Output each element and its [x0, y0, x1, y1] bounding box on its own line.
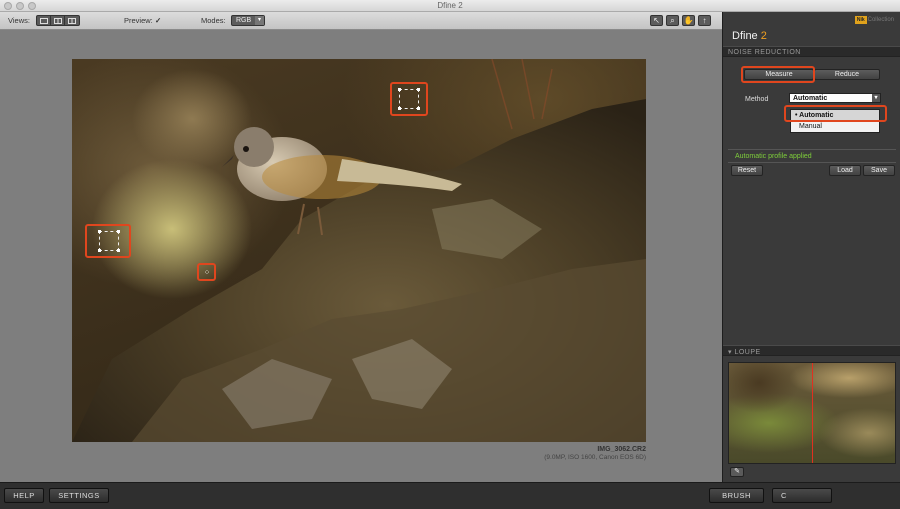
pin-icon: ✎	[734, 468, 740, 475]
help-button[interactable]: HELP	[4, 488, 44, 503]
views-selector	[36, 15, 80, 26]
photo-scene	[72, 59, 646, 442]
loupe-header[interactable]: ▾ LOUPE	[723, 345, 900, 356]
image-filename: IMG_3062.CR2	[597, 446, 646, 453]
zoom-tool-button[interactable]: ⌕	[666, 15, 679, 26]
image-canvas[interactable]: ⁘ IMG_3062.CR2 (9.0MP, ISO 1600, Canon E…	[0, 30, 722, 482]
side-by-side-view-icon	[68, 17, 76, 24]
product-name: Dfine	[732, 30, 758, 42]
divider	[728, 149, 896, 150]
status-message: Automatic profile applied	[735, 153, 812, 160]
region-selection-icon	[98, 230, 120, 252]
load-button[interactable]: Load	[829, 165, 861, 176]
nik-logo-badge: Nik	[854, 16, 867, 24]
cancel-button[interactable]: C	[772, 488, 832, 503]
reset-button[interactable]: Reset	[731, 165, 763, 176]
chevron-down-icon: ▾	[255, 16, 264, 25]
preview-checkbox[interactable]: ✓	[155, 16, 161, 25]
single-view-icon	[39, 17, 48, 24]
nik-collection-logo: Nik Collection	[854, 16, 894, 24]
pointer-tool-button[interactable]: ↖	[650, 15, 663, 26]
window-titlebar: Dfine 2	[0, 0, 900, 12]
settings-button[interactable]: SETTINGS	[49, 488, 109, 503]
settings-panel: Nik Collection Dfine 2 NOISE REDUCTION Me…	[722, 12, 900, 482]
mode-select-value: RGB	[236, 17, 252, 24]
loupe-split-line	[812, 363, 813, 463]
noise-reduction-header[interactable]: NOISE REDUCTION	[723, 46, 900, 57]
reduce-button[interactable]: Reduce	[814, 69, 880, 80]
measure-region-marker[interactable]	[85, 224, 131, 258]
region-selection-icon	[398, 88, 420, 110]
method-option-manual[interactable]: Manual	[791, 121, 879, 132]
views-label: Views:	[8, 16, 30, 25]
preview-label: Preview:	[124, 16, 153, 25]
single-view-button[interactable]	[37, 16, 51, 25]
save-button[interactable]: Save	[863, 165, 895, 176]
automatic-option-highlight	[784, 105, 887, 122]
product-title: Dfine 2	[732, 30, 767, 42]
mode-select[interactable]: RGB ▾	[231, 15, 265, 26]
product-version: 2	[760, 30, 767, 42]
chevron-down-icon: ▾	[872, 94, 880, 102]
measure-button-highlight	[741, 66, 815, 83]
method-select-value: Automatic	[793, 95, 828, 102]
method-label: Method	[745, 96, 769, 103]
photo-preview[interactable]: ⁘	[72, 59, 646, 442]
pin-tool-button[interactable]: ↑	[698, 15, 711, 26]
top-toolbar: Views: Preview: ✓ Modes: RGB ▾ ↖ ⌕ ✋ ↑	[0, 12, 722, 30]
hand-tool-button[interactable]: ✋	[682, 15, 695, 26]
image-metadata: (9.0MP, ISO 1600, Canon EOS 6D)	[544, 454, 646, 461]
split-view-button[interactable]	[51, 16, 65, 25]
control-point-marker[interactable]: ⁘	[197, 263, 216, 281]
logo-text: Collection	[867, 17, 894, 23]
measure-region-marker[interactable]	[390, 82, 428, 116]
side-by-side-view-button[interactable]	[65, 16, 79, 25]
split-view-icon	[53, 17, 62, 24]
method-select[interactable]: Automatic ▾	[789, 93, 881, 103]
loupe-preview[interactable]	[728, 362, 896, 464]
modes-label: Modes:	[201, 16, 226, 25]
pin-loupe-button[interactable]: ✎	[730, 467, 744, 477]
window-title: Dfine 2	[437, 1, 463, 10]
brush-button[interactable]: BRUSH	[709, 488, 764, 503]
divider	[728, 162, 896, 163]
control-point-icon: ⁘	[203, 268, 211, 277]
bottom-bar: HELP SETTINGS BRUSH C	[0, 482, 900, 509]
loupe-header-label: LOUPE	[734, 349, 761, 356]
